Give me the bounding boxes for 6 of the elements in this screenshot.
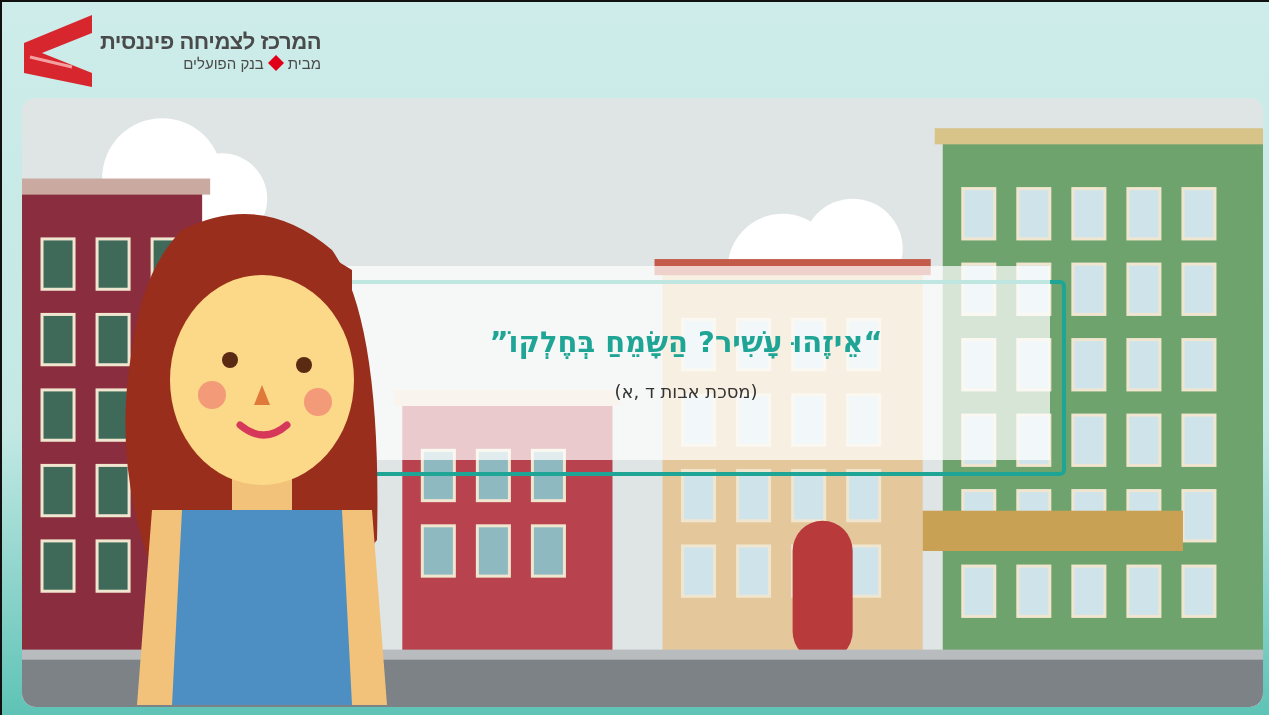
bank-name: בנק הפועלים (183, 54, 264, 72)
logo-title: המרכז לצמיחה פיננסית (100, 28, 321, 55)
quote-text: “אֵיזֶהוּ עָשִׁיר? הַשָּׂמֵחַ בְּחֶלְקוֹ” (489, 324, 883, 359)
quote-source: (מסכת אבות ד ,א) (614, 380, 758, 402)
diamond-icon (267, 55, 284, 71)
logo-subtitle: מבית (287, 54, 321, 72)
